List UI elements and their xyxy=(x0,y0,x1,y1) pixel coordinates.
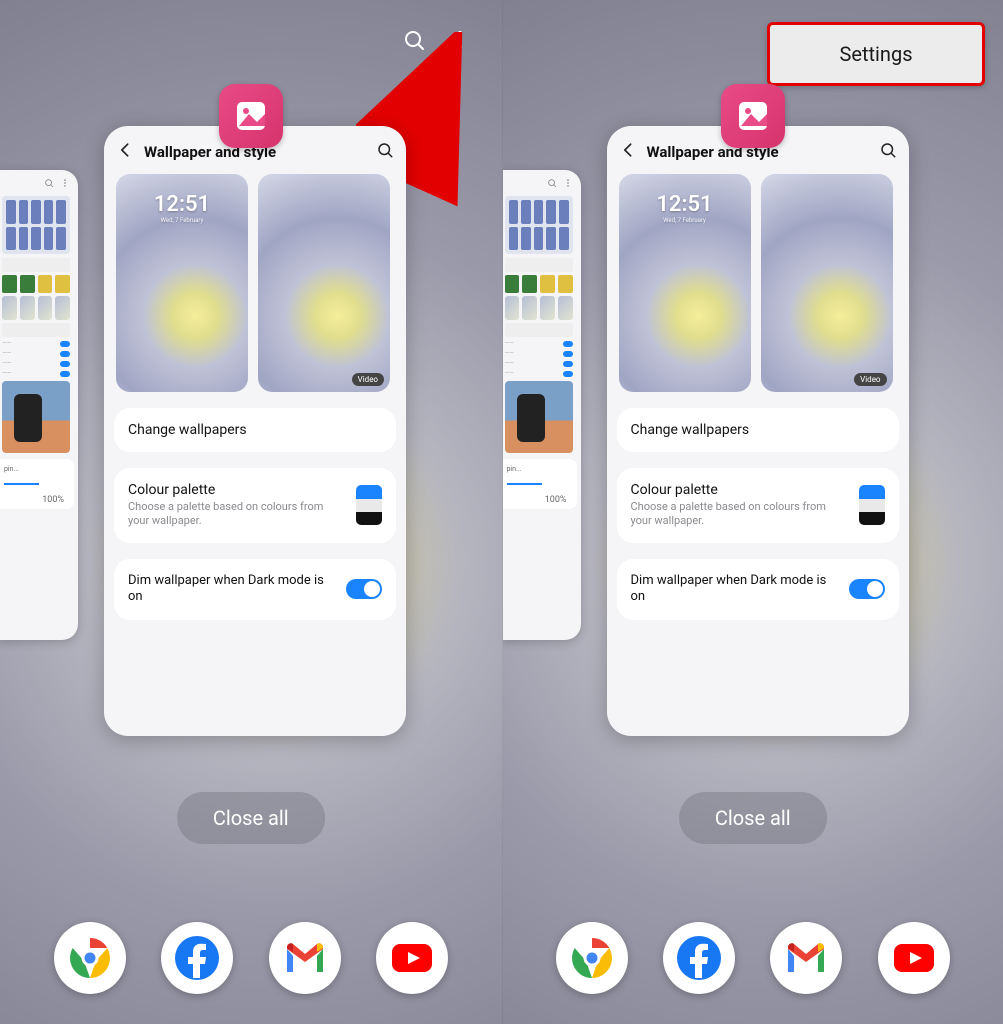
palette-swatch xyxy=(356,485,382,525)
peek-progress-percent: 100% xyxy=(507,495,571,505)
app-icon-gallery[interactable] xyxy=(721,84,785,148)
settings-menu-item[interactable]: Settings xyxy=(767,22,985,86)
dock-youtube[interactable] xyxy=(878,922,950,994)
back-icon[interactable] xyxy=(619,140,639,164)
recents-topbar xyxy=(402,28,472,52)
dock-facebook[interactable] xyxy=(161,922,233,994)
more-options-icon[interactable] xyxy=(448,28,472,52)
dim-wallpaper-row[interactable]: Dim wallpaper when Dark mode is on xyxy=(114,559,396,621)
recent-app-peek[interactable]: —— —— —— —— pin... 100% xyxy=(502,170,581,640)
dock-chrome[interactable] xyxy=(556,922,628,994)
peek-progress-percent: 100% xyxy=(4,495,68,505)
dock-facebook[interactable] xyxy=(663,922,735,994)
screenshot-right: Settings —— —— —— —— pin... 100% Wallpap… xyxy=(502,0,1003,1024)
search-icon[interactable] xyxy=(402,28,426,52)
wallpaper-previews: 12:51Wed, 7 February Video xyxy=(104,174,406,400)
change-wallpapers-row[interactable]: Change wallpapers xyxy=(617,408,899,452)
dock-youtube[interactable] xyxy=(376,922,448,994)
palette-swatch xyxy=(859,485,885,525)
card-search-icon[interactable] xyxy=(879,141,897,163)
lock-clock: 12:51Wed, 7 February xyxy=(116,192,248,224)
colour-palette-title: Colour palette xyxy=(128,482,346,498)
lock-clock: 12:51Wed, 7 February xyxy=(619,192,751,224)
lock-screen-preview[interactable]: 12:51Wed, 7 February xyxy=(116,174,248,392)
close-all-button[interactable]: Close all xyxy=(177,792,325,844)
colour-palette-row[interactable]: Colour palette Choose a palette based on… xyxy=(617,468,899,543)
peek-filename: pin... xyxy=(4,465,19,473)
colour-palette-subtitle: Choose a palette based on colours from y… xyxy=(128,500,346,529)
dim-wallpaper-row[interactable]: Dim wallpaper when Dark mode is on xyxy=(617,559,899,621)
video-badge: Video xyxy=(854,373,886,386)
home-screen-preview[interactable]: Video xyxy=(761,174,893,392)
dock-gmail[interactable] xyxy=(269,922,341,994)
peek-filename: pin... xyxy=(507,465,522,473)
recent-app-peek[interactable]: —— —— —— —— pin... 100% xyxy=(0,170,78,640)
colour-palette-row[interactable]: Colour palette Choose a palette based on… xyxy=(114,468,396,543)
lock-screen-preview[interactable]: 12:51Wed, 7 February xyxy=(619,174,751,392)
card-search-icon[interactable] xyxy=(376,141,394,163)
dock-gmail[interactable] xyxy=(770,922,842,994)
dock xyxy=(0,922,502,994)
wallpaper-previews: 12:51Wed, 7 February Video xyxy=(607,174,909,400)
dim-toggle[interactable] xyxy=(849,579,885,599)
settings-menu-label: Settings xyxy=(839,42,912,66)
peek-progress-bar xyxy=(507,483,542,485)
peek-progress-bar xyxy=(4,483,39,485)
recent-app-card[interactable]: Wallpaper and style 12:51Wed, 7 February… xyxy=(104,126,406,736)
screenshot-left: —— —— —— —— pin... 100% Wallpaper and st… xyxy=(0,0,502,1024)
change-wallpapers-row[interactable]: Change wallpapers xyxy=(114,408,396,452)
video-badge: Video xyxy=(352,373,384,386)
dim-toggle[interactable] xyxy=(346,579,382,599)
back-icon[interactable] xyxy=(116,140,136,164)
colour-palette-title: Colour palette xyxy=(631,482,849,498)
colour-palette-subtitle: Choose a palette based on colours from y… xyxy=(631,500,849,529)
close-all-button[interactable]: Close all xyxy=(679,792,827,844)
app-icon-gallery[interactable] xyxy=(219,84,283,148)
dock-chrome[interactable] xyxy=(54,922,126,994)
home-screen-preview[interactable]: Video xyxy=(258,174,390,392)
dock xyxy=(503,922,1003,994)
recent-app-card[interactable]: Wallpaper and style 12:51Wed, 7 February… xyxy=(607,126,909,736)
